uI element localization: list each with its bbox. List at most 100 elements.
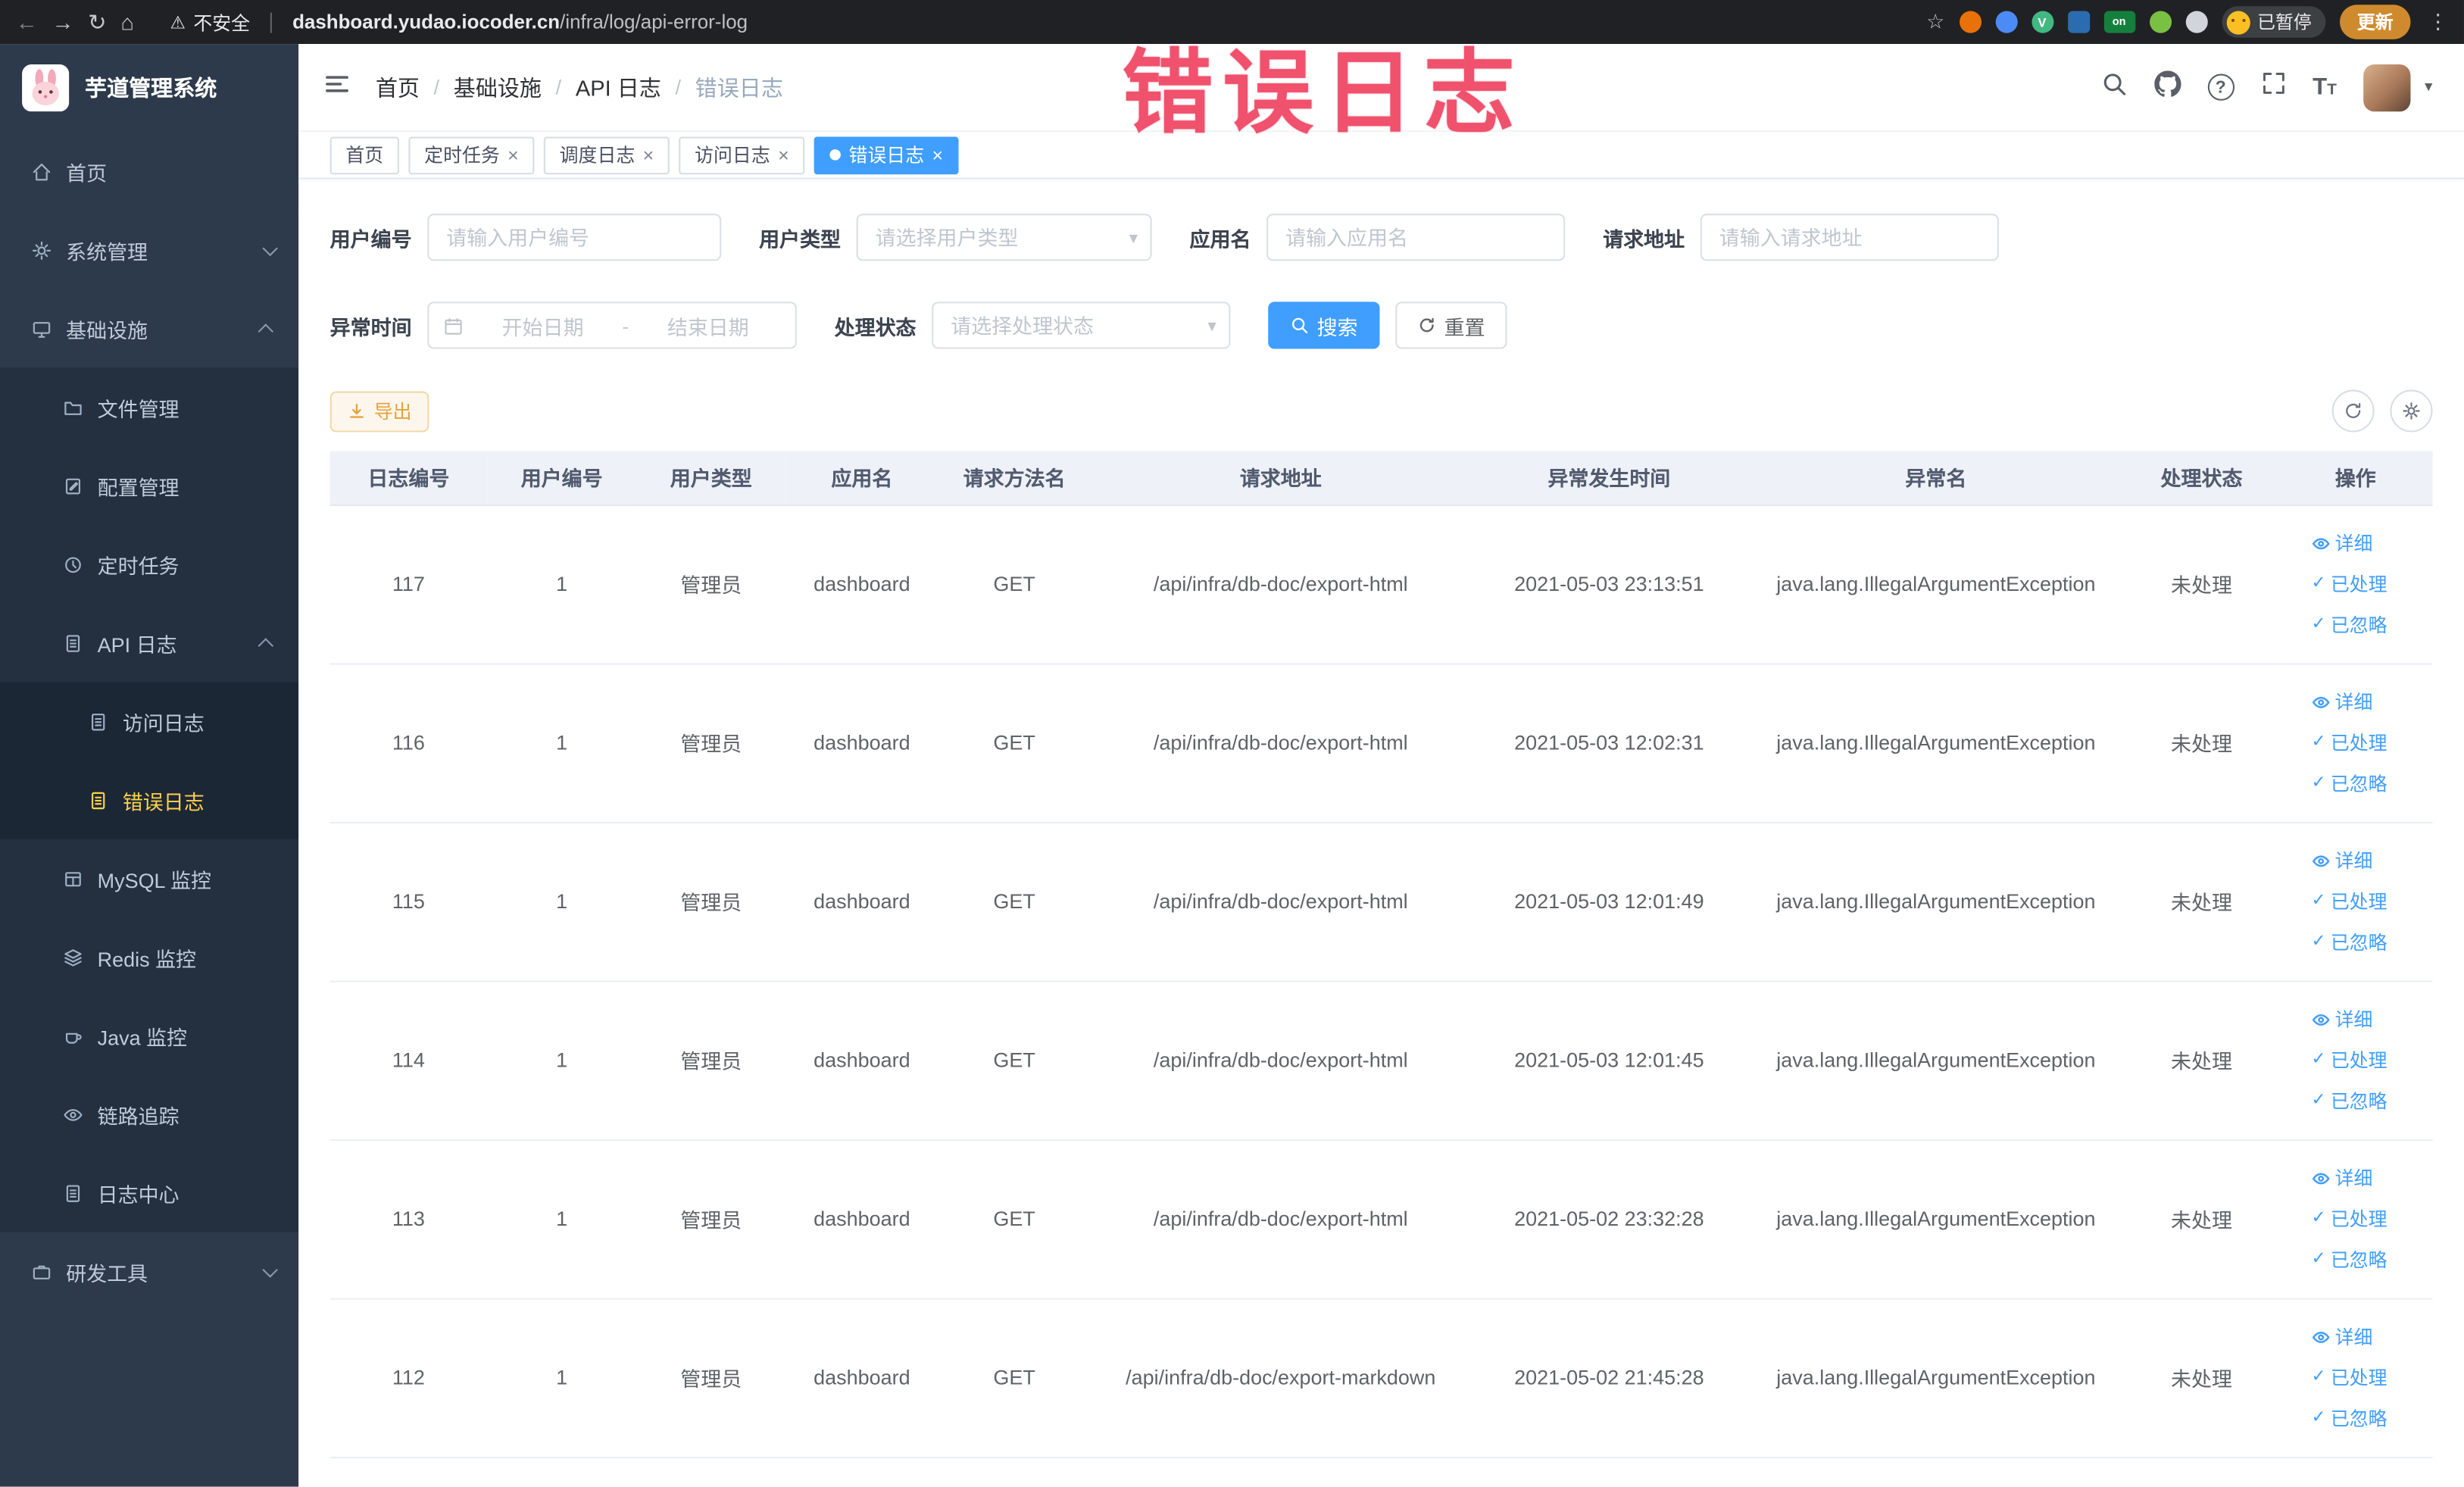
sidebar-item-scheduled-jobs[interactable]: 定时任务 bbox=[0, 524, 299, 604]
update-button[interactable]: 更新 bbox=[2340, 5, 2411, 39]
url-path: /infra/log/api-error-log bbox=[560, 11, 748, 33]
back-icon[interactable]: ← bbox=[16, 11, 38, 33]
sidebar-item-redis-monitor[interactable]: Redis 监控 bbox=[0, 917, 299, 997]
cell-user-id: 1 bbox=[487, 980, 637, 1141]
sidebar-item-mysql-monitor[interactable]: MySQL 监控 bbox=[0, 839, 299, 918]
app-logo[interactable]: 芋道管理系统 bbox=[0, 44, 298, 132]
ignore-link[interactable]: ✓ 已忽略 bbox=[2311, 1239, 2387, 1280]
ignore-link[interactable]: ✓ 已忽略 bbox=[2311, 922, 2387, 963]
tab-home[interactable]: 首页 bbox=[329, 136, 399, 174]
sidebar-item-config-management[interactable]: 配置管理 bbox=[0, 446, 299, 525]
document-icon bbox=[66, 1184, 80, 1201]
close-icon[interactable]: × bbox=[507, 145, 519, 164]
sidebar-item-dev-tools[interactable]: 研发工具 bbox=[0, 1232, 299, 1311]
extension-icon[interactable] bbox=[2067, 11, 2090, 33]
processed-link[interactable]: ✓ 已处理 bbox=[2311, 1198, 2387, 1239]
search-icon[interactable] bbox=[2100, 70, 2127, 105]
reload-icon[interactable]: ↻ bbox=[88, 11, 106, 33]
extension-icon[interactable] bbox=[2184, 11, 2207, 33]
tab-error-log[interactable]: 错误日志 × bbox=[814, 136, 959, 174]
extension-icon[interactable] bbox=[1958, 11, 1982, 33]
processed-link[interactable]: ✓ 已处理 bbox=[2311, 1357, 2387, 1398]
reset-button[interactable]: 重置 bbox=[1395, 301, 1507, 349]
processed-link[interactable]: ✓ 已处理 bbox=[2311, 881, 2387, 922]
bookmark-star-icon[interactable]: ☆ bbox=[1926, 9, 1944, 34]
sidebar-item-file-management[interactable]: 文件管理 bbox=[0, 367, 299, 447]
help-icon[interactable]: ? bbox=[2207, 73, 2234, 101]
user-type-select[interactable] bbox=[856, 214, 1152, 261]
cell-exception: java.lang.IllegalArgumentException bbox=[1747, 822, 2125, 982]
search-button[interactable]: 搜索 bbox=[1268, 301, 1380, 349]
detail-link[interactable]: 详细 bbox=[2311, 1316, 2372, 1357]
close-icon[interactable]: × bbox=[778, 145, 789, 164]
cell-app: dashboard bbox=[785, 663, 938, 823]
detail-link[interactable]: 详细 bbox=[2311, 523, 2372, 564]
processed-link[interactable]: ✓ 已处理 bbox=[2311, 1039, 2387, 1080]
process-status-select[interactable] bbox=[932, 301, 1231, 349]
tags-view-bar: 首页 定时任务 × 调度日志 × 访问日志 × 错误日志 × bbox=[298, 132, 2464, 180]
processed-link[interactable]: ✓ 已处理 bbox=[2311, 564, 2387, 604]
detail-link[interactable]: 详细 bbox=[2311, 1157, 2372, 1198]
fullscreen-icon[interactable] bbox=[2261, 70, 2286, 104]
github-icon[interactable] bbox=[2153, 70, 2181, 105]
sidebar-toggle-icon[interactable] bbox=[323, 70, 350, 105]
sidebar-item-label: 定时任务 bbox=[97, 554, 180, 578]
user-id-input[interactable] bbox=[427, 214, 722, 261]
sidebar-item-api-log[interactable]: API 日志 bbox=[0, 603, 299, 683]
monitor-icon bbox=[33, 321, 51, 337]
tab-access-log[interactable]: 访问日志 × bbox=[679, 136, 805, 174]
document-icon bbox=[91, 791, 105, 809]
check-icon: ✓ bbox=[2311, 1049, 2326, 1069]
close-icon[interactable]: × bbox=[932, 145, 943, 164]
ignore-link[interactable]: ✓ 已忽略 bbox=[2311, 1398, 2387, 1439]
exception-time-range[interactable]: 开始日期 - 结束日期 bbox=[427, 301, 797, 349]
sidebar-item-home[interactable]: 首页 bbox=[0, 132, 299, 211]
column-settings-button[interactable] bbox=[2390, 389, 2433, 433]
processed-link[interactable]: ✓ 已处理 bbox=[2311, 722, 2387, 763]
ignore-link[interactable]: ✓ 已忽略 bbox=[2311, 604, 2387, 645]
cell-actions: 详细 ✓ 已处理 ✓ 已忽略 bbox=[2278, 1298, 2433, 1458]
tab-label: 错误日志 bbox=[848, 144, 925, 167]
breadcrumb-item[interactable]: 首页 bbox=[376, 71, 420, 102]
cell-status: 未处理 bbox=[2124, 980, 2279, 1141]
sidebar-item-error-log[interactable]: 错误日志 bbox=[0, 761, 299, 839]
tab-schedule-log[interactable]: 调度日志 × bbox=[543, 136, 670, 174]
extension-on-icon[interactable]: on bbox=[2103, 11, 2135, 33]
sidebar-item-log-center[interactable]: 日志中心 bbox=[0, 1153, 299, 1232]
caret-down-icon[interactable]: ▾ bbox=[2425, 79, 2432, 96]
profile-chip[interactable]: 已暂停 bbox=[2221, 6, 2326, 38]
sidebar-item-trace[interactable]: 链路追踪 bbox=[0, 1075, 299, 1154]
breadcrumb-item[interactable]: API 日志 bbox=[576, 71, 661, 102]
tab-scheduled-jobs[interactable]: 定时任务 × bbox=[408, 136, 535, 174]
close-icon[interactable]: × bbox=[643, 145, 654, 164]
detail-link[interactable]: 详细 bbox=[2311, 998, 2372, 1039]
cell-user-type: 管理员 bbox=[636, 980, 786, 1141]
cell-url: /api/infra/db-doc/export-html bbox=[1090, 663, 1471, 823]
vue-devtools-icon[interactable]: V bbox=[2031, 11, 2053, 33]
extension-icon[interactable] bbox=[2149, 11, 2172, 33]
sidebar-item-java-monitor[interactable]: Java 监控 bbox=[0, 996, 299, 1076]
request-url-input[interactable] bbox=[1700, 214, 2000, 261]
ignore-link[interactable]: ✓ 已忽略 bbox=[2311, 1080, 2387, 1121]
sidebar-item-label: 链路追踪 bbox=[97, 1104, 180, 1128]
extension-icon[interactable] bbox=[1994, 11, 2017, 33]
font-size-icon[interactable]: TT bbox=[2313, 76, 2337, 99]
cell-actions: 详细 ✓ 已处理 ✓ 已忽略 bbox=[2278, 980, 2433, 1141]
detail-link[interactable]: 详细 bbox=[2311, 681, 2372, 722]
export-button[interactable]: 导出 bbox=[329, 390, 429, 432]
sidebar-item-system-management[interactable]: 系统管理 bbox=[0, 210, 299, 289]
detail-link[interactable]: 详细 bbox=[2311, 840, 2372, 881]
sidebar-item-infrastructure[interactable]: 基础设施 bbox=[0, 289, 299, 368]
ignore-link[interactable]: ✓ 已忽略 bbox=[2311, 763, 2387, 804]
forward-icon[interactable]: → bbox=[52, 11, 73, 33]
refresh-button[interactable] bbox=[2331, 389, 2375, 433]
browser-menu-icon[interactable]: ⋮ bbox=[2428, 9, 2448, 34]
avatar[interactable] bbox=[2363, 64, 2411, 111]
app-name-input[interactable] bbox=[1266, 214, 1566, 261]
security-badge[interactable]: ⚠ 不安全 bbox=[170, 8, 250, 35]
sidebar-item-access-log[interactable]: 访问日志 bbox=[0, 682, 299, 761]
breadcrumb-item[interactable]: 基础设施 bbox=[454, 71, 542, 102]
address-bar[interactable]: dashboard.yudao.iocoder.cn/infra/log/api… bbox=[292, 11, 748, 33]
home-icon[interactable]: ⌂ bbox=[120, 11, 134, 33]
download-icon bbox=[349, 403, 364, 417]
